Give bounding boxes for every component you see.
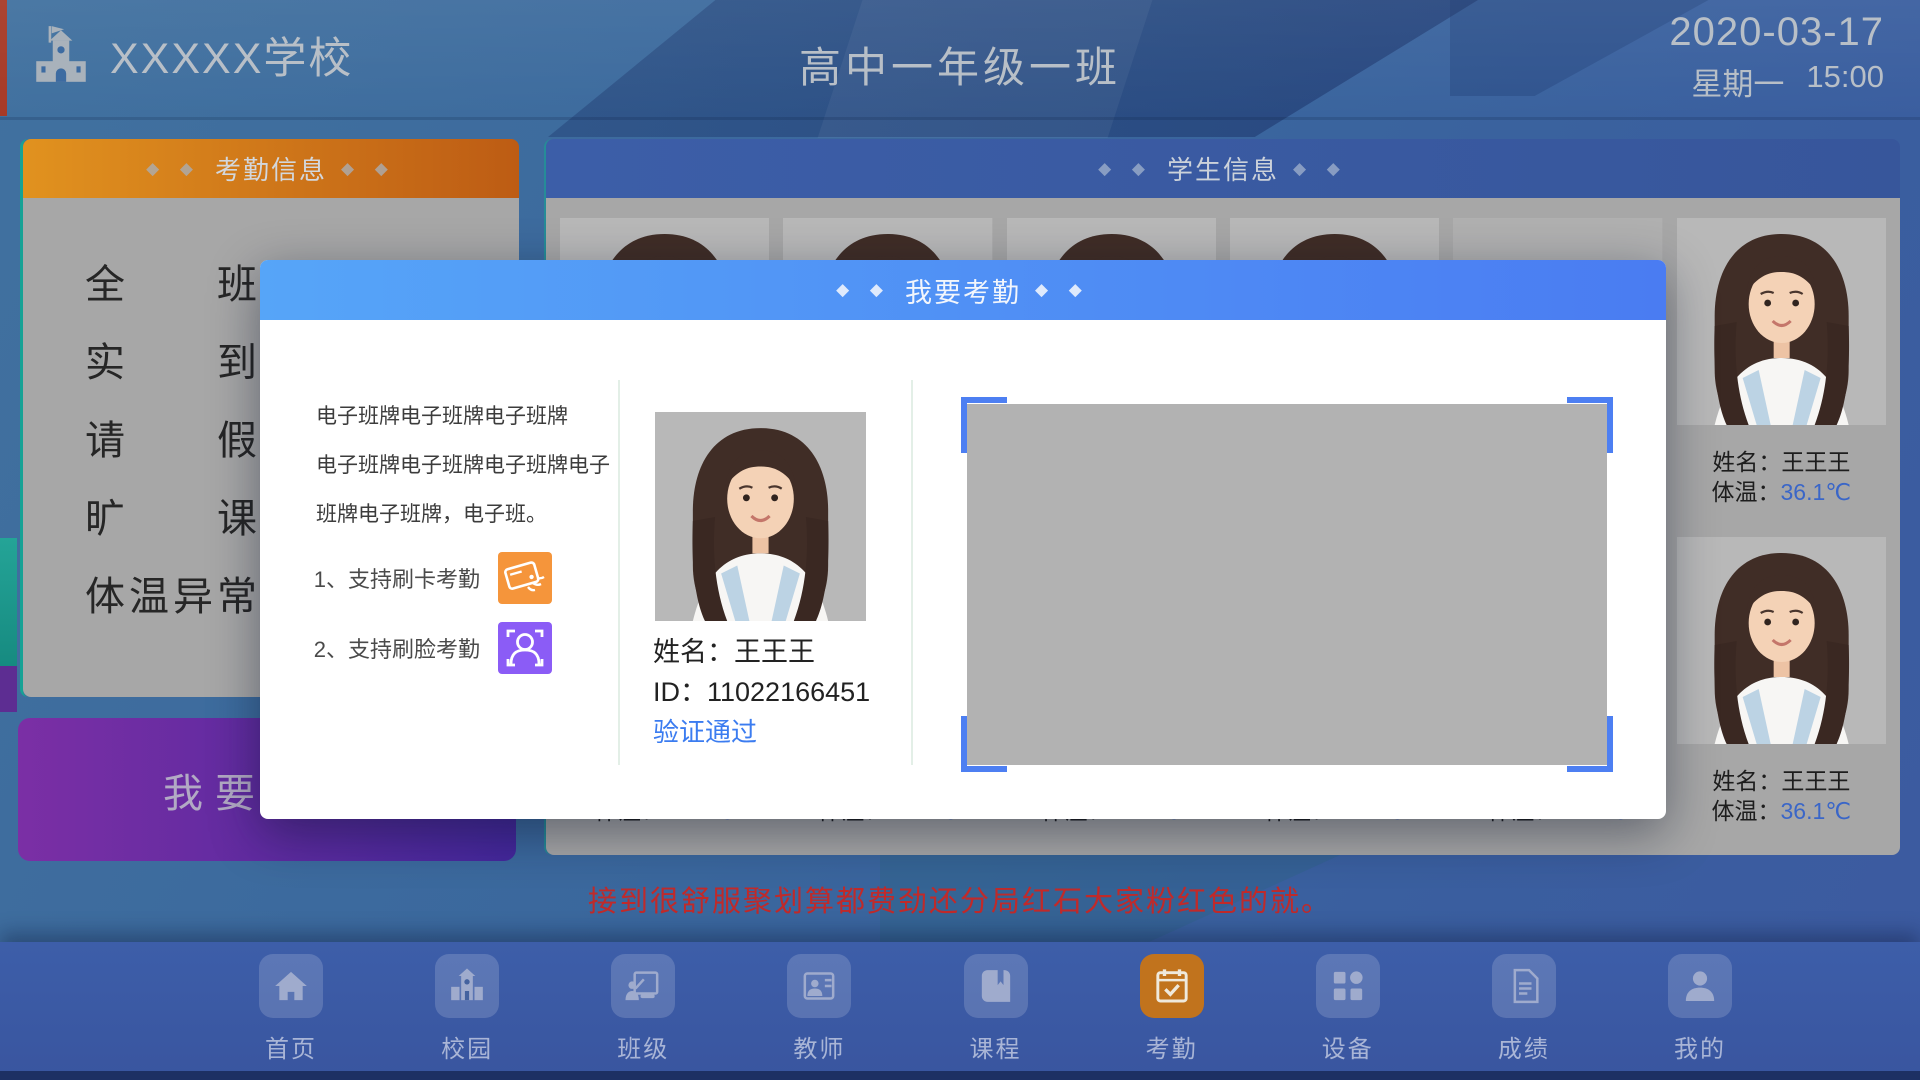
nav-icon-tile bbox=[1492, 954, 1556, 1018]
nav-icon-tile bbox=[435, 954, 499, 1018]
nav-icon bbox=[799, 966, 839, 1006]
nav-icon bbox=[976, 966, 1016, 1006]
nav-label: 考勤 bbox=[1146, 1029, 1198, 1064]
nav-item[interactable]: 教师 bbox=[759, 954, 879, 1080]
notice-marquee: 接到很舒服聚划算都费劲还分局红石大家粉红色的就。 bbox=[0, 878, 1920, 920]
nav-icon bbox=[1504, 966, 1544, 1006]
nav-icon bbox=[271, 966, 311, 1006]
students-panel-title: 学生信息 bbox=[1167, 150, 1279, 187]
time-text: 15:00 bbox=[1806, 59, 1884, 104]
attendance-row-label: 旷课 bbox=[85, 486, 257, 544]
nav-label: 首页 bbox=[265, 1029, 317, 1064]
nav-label: 成绩 bbox=[1498, 1029, 1550, 1064]
modal-description: 电子班牌电子班牌电子班牌电子班牌电子班牌电子班牌电子班牌电子班牌，电子班。 bbox=[316, 392, 616, 539]
nav-item[interactable]: 校园 bbox=[407, 954, 527, 1080]
modal-features: 1、支持刷卡考勤 2、支持刷脸考勤 bbox=[300, 552, 552, 674]
nav-icon-tile bbox=[787, 954, 851, 1018]
feature-label: 2、支持刷脸考勤 bbox=[314, 632, 480, 664]
modal-divider bbox=[618, 380, 620, 765]
attendance-modal: ◆ ◆ 我要考勤 ◆ ◆ 电子班牌电子班牌电子班牌电子班牌电子班牌电子班牌电子班… bbox=[260, 260, 1666, 819]
bottom-nav: 首页 校园 班级 教师 课程 bbox=[0, 942, 1920, 1080]
diamond-decoration: ◆ ◆ bbox=[836, 280, 891, 300]
verified-student-photo bbox=[655, 412, 866, 621]
verified-student-name: 姓名：王王王 bbox=[653, 630, 815, 669]
nav-icon-tile bbox=[964, 954, 1028, 1018]
description-line: 电子班牌电子班牌电子班牌 bbox=[316, 392, 616, 441]
nav-label: 班级 bbox=[617, 1029, 669, 1064]
attendance-row-label: 请假 bbox=[85, 408, 257, 466]
nav-icon bbox=[1152, 966, 1192, 1006]
camera-corner-bracket bbox=[1567, 397, 1613, 453]
diamond-decoration: ◆ ◆ bbox=[341, 159, 396, 179]
students-panel-header: ◆ ◆ 学生信息 ◆ ◆ bbox=[546, 139, 1900, 198]
verified-student-id: ID：11022166451 bbox=[653, 670, 870, 709]
nav-item[interactable]: 设备 bbox=[1288, 954, 1408, 1080]
nav-label: 课程 bbox=[970, 1029, 1022, 1064]
nav-label: 校园 bbox=[441, 1029, 493, 1064]
feature-label: 1、支持刷卡考勤 bbox=[314, 562, 480, 594]
description-line: 班牌电子班牌，电子班。 bbox=[316, 490, 616, 539]
feature-item: 2、支持刷脸考勤 bbox=[300, 622, 552, 674]
nav-item[interactable]: 首页 bbox=[231, 954, 351, 1080]
nav-item[interactable]: 课程 bbox=[936, 954, 1056, 1080]
diamond-decoration: ◆ ◆ bbox=[1035, 280, 1090, 300]
page-root: XXXXX学校 高中一年级一班 2020-03-17 星期一 15:00 ◆ ◆… bbox=[0, 0, 1920, 1080]
camera-corner-bracket bbox=[961, 397, 1007, 453]
nav-icon bbox=[447, 966, 487, 1006]
student-card: 姓名：王王王 体温：36.1℃ bbox=[1677, 218, 1886, 507]
nav-item[interactable]: 我的 bbox=[1640, 954, 1760, 1080]
nav-icon-tile bbox=[1668, 954, 1732, 1018]
date-text: 2020-03-17 bbox=[1669, 10, 1884, 55]
description-line: 电子班牌电子班牌电子班牌电子 bbox=[316, 441, 616, 490]
attendance-panel-header: ◆ ◆ 考勤信息 ◆ ◆ bbox=[23, 139, 519, 198]
nav-label: 设备 bbox=[1322, 1029, 1374, 1064]
student-temp-line: 体温：36.1℃ bbox=[1712, 796, 1852, 826]
modal-header: ◆ ◆ 我要考勤 ◆ ◆ bbox=[260, 260, 1666, 320]
diamond-decoration: ◆ ◆ bbox=[146, 159, 201, 179]
student-name-line: 姓名：王王王 bbox=[1712, 766, 1850, 796]
attendance-row-label: 全班 bbox=[85, 252, 257, 310]
nav-label: 教师 bbox=[793, 1029, 845, 1064]
verify-status-link[interactable]: 验证通过 bbox=[653, 712, 757, 749]
feature-icon-glyph bbox=[498, 552, 552, 604]
nav-icon-tile bbox=[1140, 954, 1204, 1018]
modal-title: 我要考勤 bbox=[905, 271, 1021, 310]
nav-icon-tile bbox=[611, 954, 675, 1018]
nav-icon bbox=[1680, 966, 1720, 1006]
student-name-line: 姓名：王王王 bbox=[1712, 447, 1850, 477]
camera-preview bbox=[967, 404, 1607, 765]
camera-corner-bracket bbox=[1567, 716, 1613, 772]
student-photo bbox=[1677, 537, 1886, 744]
nav-icon bbox=[623, 966, 663, 1006]
diamond-decoration: ◆ ◆ bbox=[1293, 159, 1348, 179]
student-card: 姓名：王王王 体温：36.1℃ bbox=[1677, 537, 1886, 826]
weekday-text: 星期一 bbox=[1691, 59, 1784, 104]
nav-item[interactable]: 考勤 bbox=[1112, 954, 1232, 1080]
student-photo bbox=[1677, 218, 1886, 425]
student-temp-line: 体温：36.1℃ bbox=[1712, 477, 1852, 507]
attendance-row-label: 实到 bbox=[85, 330, 257, 388]
attendance-panel-title: 考勤信息 bbox=[215, 150, 327, 187]
nav-icon-tile bbox=[259, 954, 323, 1018]
modal-body: 电子班牌电子班牌电子班牌电子班牌电子班牌电子班牌电子班牌电子班牌，电子班。 1、… bbox=[260, 320, 1666, 819]
datetime: 2020-03-17 星期一 15:00 bbox=[1669, 10, 1884, 104]
bg-edge-purple bbox=[0, 666, 17, 712]
nav-label: 我的 bbox=[1674, 1029, 1726, 1064]
nav-icon bbox=[1328, 966, 1368, 1006]
diamond-decoration: ◆ ◆ bbox=[1098, 159, 1153, 179]
feature-icon-glyph bbox=[498, 622, 552, 674]
nav-icon-tile bbox=[1316, 954, 1380, 1018]
feature-icon bbox=[498, 622, 552, 674]
feature-icon bbox=[498, 552, 552, 604]
bg-edge-teal bbox=[0, 538, 17, 668]
modal-divider bbox=[911, 380, 913, 765]
feature-item: 1、支持刷卡考勤 bbox=[300, 552, 552, 604]
top-header: XXXXX学校 高中一年级一班 2020-03-17 星期一 15:00 bbox=[0, 0, 1920, 118]
page-title: 高中一年级一班 bbox=[0, 34, 1920, 95]
nav-item[interactable]: 班级 bbox=[583, 954, 703, 1080]
attendance-row-label: 体温异常 bbox=[85, 564, 257, 622]
camera-corner-bracket bbox=[961, 716, 1007, 772]
nav-item[interactable]: 成绩 bbox=[1464, 954, 1584, 1080]
